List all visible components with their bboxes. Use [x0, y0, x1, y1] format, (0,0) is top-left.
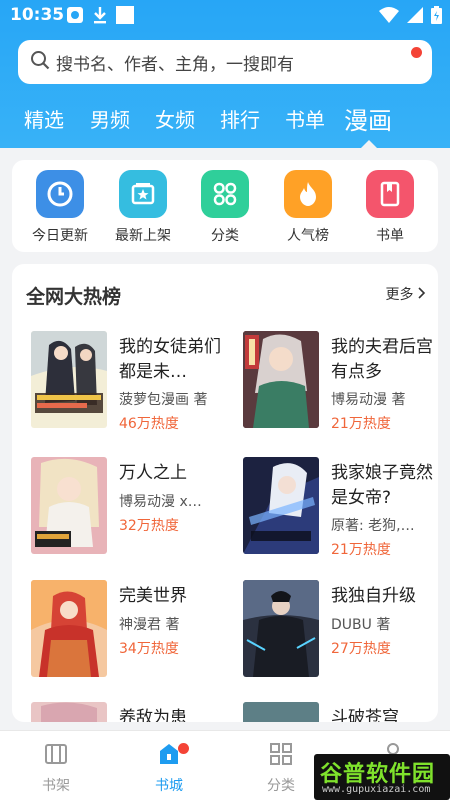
quick-popular[interactable]: 人气榜 [268, 170, 348, 245]
app-notification-icon [66, 6, 84, 28]
flame-icon [284, 170, 332, 218]
comic-item[interactable]: 万人之上 博易动漫 x… 32万热度 [31, 457, 231, 557]
quick-label: 分类 [211, 228, 239, 244]
comic-title[interactable]: 我的女徒弟们都是未… [119, 335, 231, 385]
site-watermark: 谷普软件园 www.gupuxiazai.com [314, 754, 450, 800]
comic-item[interactable]: 我家娘子竟然是女帝? 原著: 老狗,… 21万热度 [243, 457, 438, 558]
tab-ranking[interactable]: 排行 [220, 104, 260, 133]
grid-icon [201, 170, 249, 218]
quick-new-arrivals[interactable]: 最新上架 [103, 170, 183, 245]
active-tab-indicator [361, 140, 377, 148]
search-placeholder[interactable]: 搜书名、作者、主角，一搜即有 [56, 50, 294, 75]
comic-item[interactable]: 养敌为患 [31, 702, 231, 722]
comic-item[interactable]: 我独自升级 DUBU 著 27万热度 [243, 580, 438, 680]
comic-cover[interactable] [31, 331, 107, 428]
quick-today-update[interactable]: 今日更新 [20, 170, 100, 245]
comic-item[interactable]: 斗破苍穹 [243, 702, 438, 722]
star-box-icon [119, 170, 167, 218]
comic-cover[interactable] [243, 580, 319, 677]
battery-icon [431, 6, 442, 28]
status-right-icons [379, 6, 442, 28]
tab-female[interactable]: 女频 [155, 104, 195, 133]
comic-cover[interactable] [243, 457, 319, 554]
signal-icon [407, 7, 423, 27]
comic-heat: 21万热度 [331, 416, 391, 432]
quick-label: 书单 [376, 228, 404, 244]
comic-title[interactable]: 我的夫君后宫有点多 [331, 335, 438, 385]
quick-category[interactable]: 分类 [185, 170, 265, 245]
comic-heat: 34万热度 [119, 641, 179, 657]
more-label: 更多 [385, 287, 414, 303]
bookstore-icon [156, 744, 182, 771]
comic-title[interactable]: 养敌为患 [119, 706, 231, 722]
comic-author: DUBU 著 [331, 617, 391, 633]
book-icon [366, 170, 414, 218]
comic-item[interactable]: 我的女徒弟们都是未… 菠萝包漫画 著 46万热度 [31, 331, 231, 432]
comic-author: 神漫君 著 [119, 617, 180, 633]
comic-cover[interactable] [243, 331, 319, 428]
quick-booklist[interactable]: 书单 [350, 170, 430, 245]
screenshot-icon [116, 6, 134, 28]
hot-ranking-card: 全网大热榜 更多 我的女徒弟们都是未… 菠萝包漫画 著 46万热度 我的夫君后宫… [12, 264, 438, 722]
bookshelf-icon [43, 744, 69, 771]
comic-cover[interactable] [243, 702, 319, 722]
comic-title[interactable]: 我独自升级 [331, 584, 438, 609]
tab-male[interactable]: 男频 [90, 104, 130, 133]
comic-cover[interactable] [31, 457, 107, 554]
status-left-icons [66, 6, 134, 28]
nav-label: 书城 [155, 778, 183, 794]
nav-bookshelf[interactable]: 书架 [21, 741, 91, 795]
more-link[interactable]: 更多 [386, 284, 426, 304]
wifi-icon [379, 7, 399, 27]
comic-heat: 32万热度 [119, 518, 179, 534]
comic-item[interactable]: 我的夫君后宫有点多 博易动漫 著 21万热度 [243, 331, 438, 432]
quick-label: 今日更新 [32, 228, 88, 244]
comic-item[interactable]: 完美世界 神漫君 著 34万热度 [31, 580, 231, 680]
status-bar: 10:35 [0, 0, 450, 30]
search-icon [30, 50, 50, 74]
tab-booklist[interactable]: 书单 [285, 104, 325, 133]
nav-label: 书架 [42, 778, 70, 794]
comic-author: 博易动漫 著 [331, 392, 406, 408]
nav-label: 分类 [267, 778, 295, 794]
comic-cover[interactable] [31, 580, 107, 677]
section-title: 全网大热榜 [26, 286, 122, 308]
comic-title[interactable]: 完美世界 [119, 584, 231, 609]
comic-author: 原著: 老狗,… [331, 518, 415, 534]
quick-entries: 今日更新 最新上架 分类 人气榜 书单 [12, 160, 438, 252]
search-bar[interactable]: 搜书名、作者、主角，一搜即有 [18, 40, 432, 84]
comic-heat: 27万热度 [331, 641, 391, 657]
tab-featured[interactable]: 精选 [24, 104, 64, 133]
channel-tabs: 精选 男频 女频 排行 书单 漫画 [0, 96, 450, 148]
watermark-url: www.gupuxiazai.com [322, 784, 431, 795]
status-time: 10:35 [10, 5, 65, 25]
nav-category[interactable]: 分类 [246, 741, 316, 795]
category-icon [268, 743, 294, 771]
nav-bookstore[interactable]: 书城 [134, 741, 204, 795]
comic-author: 博易动漫 x… [119, 494, 202, 510]
search-notification-dot [411, 47, 422, 58]
comic-title[interactable]: 我家娘子竟然是女帝? [331, 461, 438, 511]
quick-label: 最新上架 [115, 228, 171, 244]
chevron-right-icon [418, 287, 426, 303]
comic-cover[interactable] [31, 702, 107, 722]
download-icon [92, 6, 108, 28]
header: 10:35 搜书名、作者、主角，一搜即有 精选 男频 女频 排行 书单 漫画 [0, 0, 450, 148]
comic-title[interactable]: 斗破苍穹 [331, 706, 438, 722]
comic-author: 菠萝包漫画 著 [119, 392, 208, 408]
tab-comics[interactable]: 漫画 [344, 101, 392, 136]
clock-icon [36, 170, 84, 218]
notification-dot [178, 743, 189, 754]
comic-heat: 21万热度 [331, 542, 391, 558]
quick-label: 人气榜 [287, 228, 329, 244]
comic-title[interactable]: 万人之上 [119, 461, 231, 486]
comic-heat: 46万热度 [119, 416, 179, 432]
